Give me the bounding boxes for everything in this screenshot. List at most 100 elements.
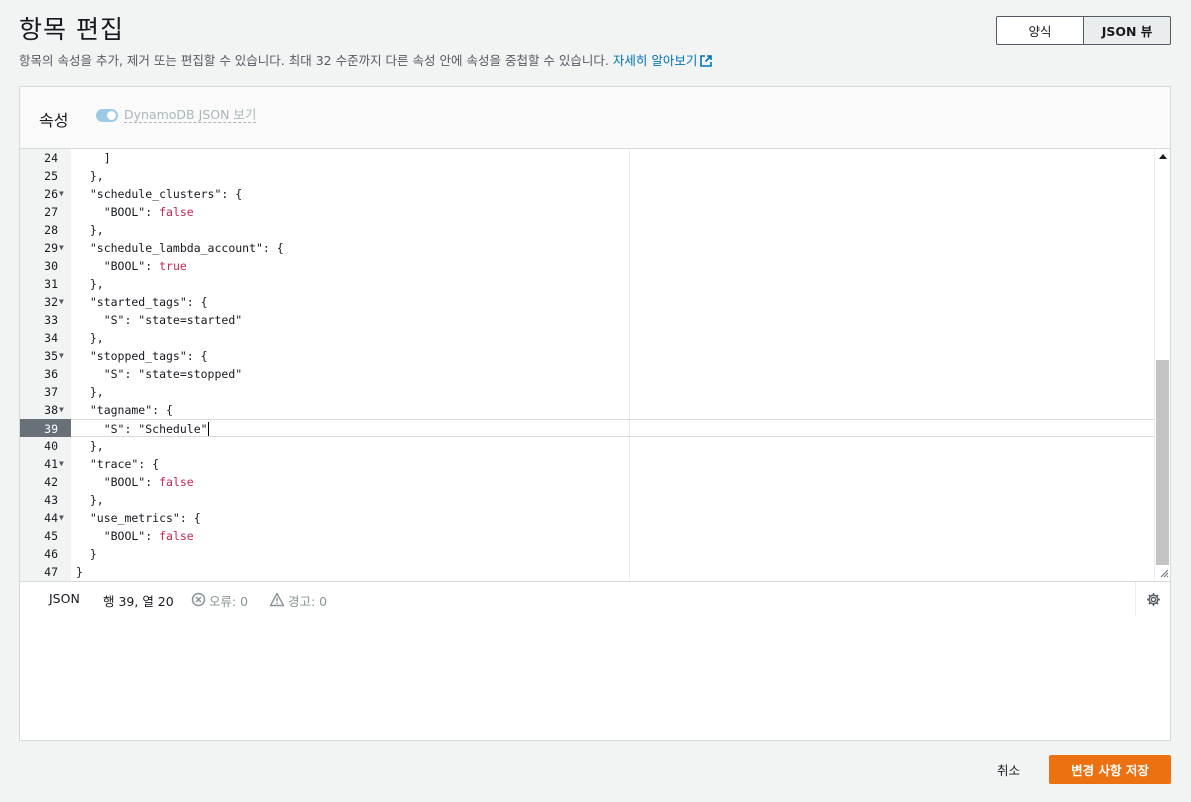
code-text: "started_tags": { bbox=[76, 295, 208, 309]
fold-arrow-icon[interactable]: ▼ bbox=[59, 185, 64, 203]
code-text: }, bbox=[76, 385, 104, 399]
code-text: ] bbox=[76, 151, 111, 165]
code-text: } bbox=[76, 547, 97, 561]
line-number: 47 bbox=[44, 565, 58, 579]
line-number: 44 bbox=[44, 511, 58, 525]
boolean-value: true bbox=[159, 259, 187, 273]
code-line[interactable]: 43 }, bbox=[20, 491, 1154, 509]
code-line[interactable]: 28 }, bbox=[20, 221, 1154, 239]
line-number: 43 bbox=[44, 493, 58, 507]
code-text: "BOOL": false bbox=[76, 475, 194, 489]
code-line[interactable]: 24 ] bbox=[20, 149, 1154, 167]
line-number: 26 bbox=[44, 187, 58, 201]
line-number: 29 bbox=[44, 241, 58, 255]
code-text: }, bbox=[76, 169, 104, 183]
description-text: 항목의 속성을 추가, 제거 또는 편집할 수 있습니다. 최대 32 수준까지… bbox=[19, 53, 609, 68]
code-line[interactable]: 46 } bbox=[20, 545, 1154, 563]
json-view-button[interactable]: JSON 뷰 bbox=[1084, 16, 1171, 45]
code-line[interactable]: 29 ▼ "schedule_lambda_account": { bbox=[20, 239, 1154, 257]
editor-mode: JSON bbox=[49, 591, 80, 606]
code-line[interactable]: 32 ▼ "started_tags": { bbox=[20, 293, 1154, 311]
code-line[interactable]: 36 "S": "state=stopped" bbox=[20, 365, 1154, 383]
toggle-knob bbox=[107, 111, 116, 120]
fold-arrow-icon[interactable]: ▼ bbox=[59, 347, 64, 365]
panel-header: 속성 DynamoDB JSON 보기 bbox=[20, 87, 1170, 149]
scroll-up-arrow-icon[interactable] bbox=[1159, 154, 1167, 159]
line-number: 35 bbox=[44, 349, 58, 363]
boolean-value: false bbox=[159, 475, 194, 489]
error-count: 오류: 0 bbox=[209, 594, 249, 609]
code-text: "schedule_clusters": { bbox=[76, 187, 243, 201]
code-line[interactable]: 34 }, bbox=[20, 329, 1154, 347]
code-text: "trace": { bbox=[76, 457, 160, 471]
editor-settings-button[interactable] bbox=[1135, 582, 1170, 616]
line-number: 27 bbox=[44, 205, 58, 219]
line-number: 25 bbox=[44, 169, 58, 183]
code-line[interactable]: 25 }, bbox=[20, 167, 1154, 185]
code-line[interactable]: 45 "BOOL": false bbox=[20, 527, 1154, 545]
line-number: 36 bbox=[44, 367, 58, 381]
gear-icon bbox=[1146, 592, 1160, 606]
fold-arrow-icon[interactable]: ▼ bbox=[59, 293, 64, 311]
error-icon bbox=[191, 592, 206, 607]
line-number: 38 bbox=[44, 403, 58, 417]
line-number: 41 bbox=[44, 457, 58, 471]
cancel-button[interactable]: 취소 bbox=[997, 760, 1020, 779]
code-text: "S": "state=started" bbox=[76, 313, 243, 327]
line-number: 31 bbox=[44, 277, 58, 291]
line-number: 39 bbox=[44, 422, 58, 436]
line-number: 24 bbox=[44, 151, 58, 165]
code-text: "BOOL": false bbox=[76, 529, 194, 543]
dynamodb-json-toggle[interactable] bbox=[96, 109, 118, 122]
warning-count: 경고: 0 bbox=[288, 594, 328, 609]
cursor-position: 행 39, 열 20 bbox=[103, 594, 174, 609]
code-text: "tagname": { bbox=[76, 403, 173, 417]
boolean-value: false bbox=[159, 205, 194, 219]
line-number: 46 bbox=[44, 547, 58, 561]
line-number: 37 bbox=[44, 385, 58, 399]
code-line[interactable]: 33 "S": "state=started" bbox=[20, 311, 1154, 329]
code-line[interactable]: 31 }, bbox=[20, 275, 1154, 293]
line-number: 45 bbox=[44, 529, 58, 543]
save-changes-button[interactable]: 변경 사항 저장 bbox=[1049, 755, 1171, 784]
code-line[interactable]: 47} bbox=[20, 563, 1154, 581]
code-text: }, bbox=[76, 331, 104, 345]
fold-arrow-icon[interactable]: ▼ bbox=[59, 239, 64, 257]
attributes-panel: 속성 DynamoDB JSON 보기 24 ] 25 }, 26 ▼ "schedu… bbox=[19, 86, 1171, 741]
view-mode-toggle: 양식 JSON 뷰 bbox=[996, 16, 1171, 45]
code-line[interactable]: 41 ▼ "trace": { bbox=[20, 455, 1154, 473]
line-number: 40 bbox=[44, 439, 58, 453]
code-line[interactable]: 38 ▼ "tagname": { bbox=[20, 401, 1154, 419]
code-line[interactable]: 27 "BOOL": false bbox=[20, 203, 1154, 221]
code-line[interactable]: 26 ▼ "schedule_clusters": { bbox=[20, 185, 1154, 203]
line-number: 28 bbox=[44, 223, 58, 237]
json-editor[interactable]: 24 ] 25 }, 26 ▼ "schedule_clusters": {27 "B… bbox=[20, 149, 1170, 581]
code-line[interactable]: 35 ▼ "stopped_tags": { bbox=[20, 347, 1154, 365]
dynamodb-json-toggle-label[interactable]: DynamoDB JSON 보기 bbox=[124, 107, 257, 123]
resize-grip-icon[interactable] bbox=[1159, 568, 1169, 578]
code-line[interactable]: 40 }, bbox=[20, 437, 1154, 455]
code-line[interactable]: 42 "BOOL": false bbox=[20, 473, 1154, 491]
code-line[interactable]: 44 ▼ "use_metrics": { bbox=[20, 509, 1154, 527]
fold-arrow-icon[interactable]: ▼ bbox=[59, 401, 64, 419]
code-text: }, bbox=[76, 439, 104, 453]
editor-status-bar: JSON 행 39, 열 20 오류: 0 경고: 0 bbox=[20, 581, 1170, 616]
code-line[interactable]: 39 "S": "Schedule" bbox=[20, 419, 1154, 437]
learn-more-label: 자세히 알아보기 bbox=[612, 53, 698, 68]
edit-item-page: 항목 편집 항목의 속성을 추가, 제거 또는 편집할 수 있습니다. 최대 3… bbox=[0, 0, 1191, 802]
fold-arrow-icon[interactable]: ▼ bbox=[59, 455, 64, 473]
line-number: 32 bbox=[44, 295, 58, 309]
line-number: 42 bbox=[44, 475, 58, 489]
editor-scrollbar[interactable] bbox=[1154, 149, 1170, 581]
page-description: 항목의 속성을 추가, 제거 또는 편집할 수 있습니다. 최대 32 수준까지… bbox=[19, 50, 713, 69]
code-text: }, bbox=[76, 493, 104, 507]
form-view-button[interactable]: 양식 bbox=[996, 16, 1084, 45]
scroll-thumb[interactable] bbox=[1156, 360, 1169, 565]
text-cursor bbox=[207, 422, 209, 436]
code-line[interactable]: 37 }, bbox=[20, 383, 1154, 401]
fold-arrow-icon[interactable]: ▼ bbox=[59, 509, 64, 527]
external-link-icon bbox=[700, 55, 713, 67]
learn-more-link[interactable]: 자세히 알아보기 bbox=[612, 53, 713, 68]
code-line[interactable]: 30 "BOOL": true bbox=[20, 257, 1154, 275]
line-number: 33 bbox=[44, 313, 58, 327]
